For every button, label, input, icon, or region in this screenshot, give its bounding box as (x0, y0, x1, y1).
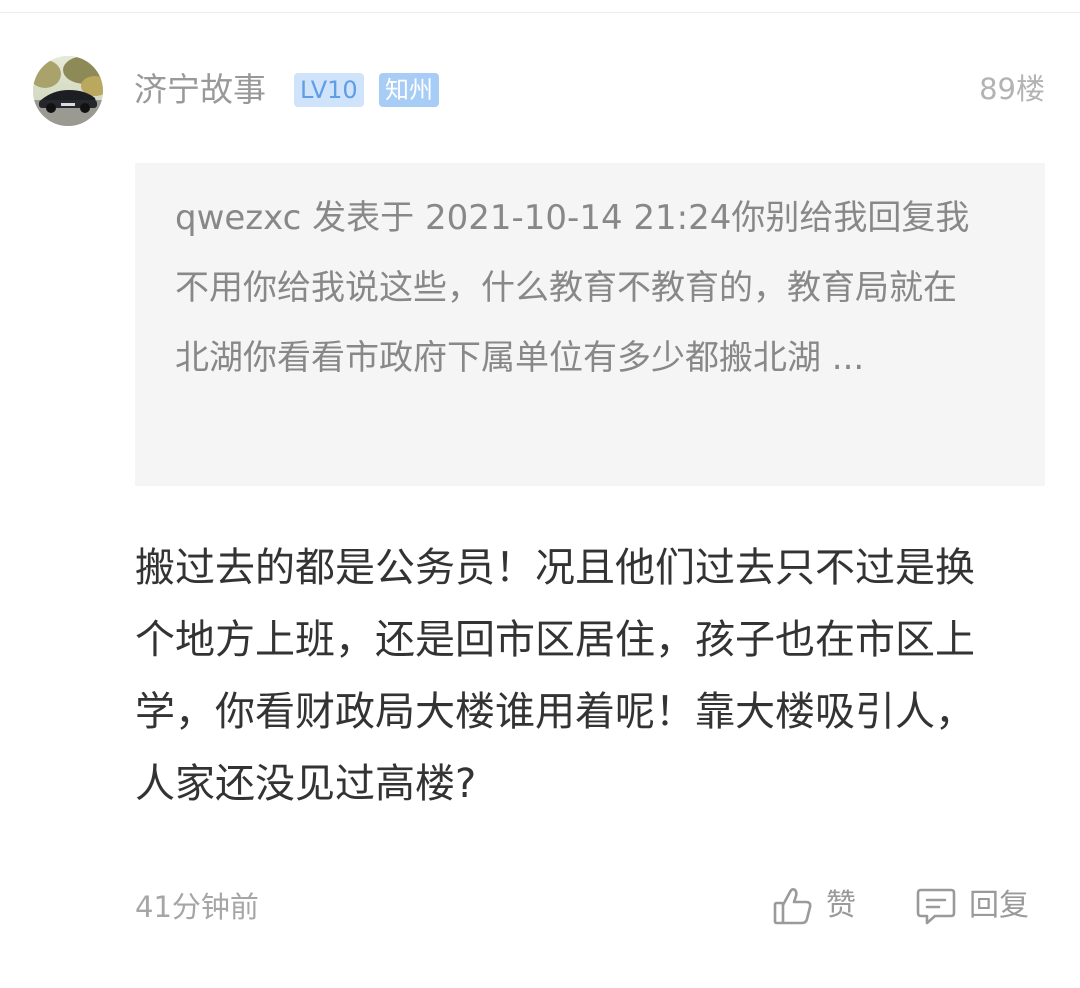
author-name[interactable]: 济宁故事 (134, 64, 266, 116)
thumbs-up-icon (772, 885, 814, 927)
avatar[interactable] (33, 56, 103, 126)
car-photo-avatar-icon (33, 56, 103, 126)
like-button[interactable]: 赞 (772, 880, 856, 932)
quote-block[interactable]: qwezxc 发表于 2021-10-14 21:24你别给我回复我不用你给我说… (135, 163, 1045, 486)
quote-text: qwezxc 发表于 2021-10-14 21:24你别给我回复我不用你给我说… (175, 198, 970, 378)
like-label: 赞 (826, 888, 856, 923)
reply-label: 回复 (969, 888, 1029, 923)
post-body: 搬过去的都是公务员！况且他们过去只不过是换个地方上班，还是回市区居住，孩子也在市… (135, 545, 975, 807)
top-divider (0, 12, 1080, 13)
level-badge: LV10 (294, 73, 364, 107)
title-badge: 知州 (379, 73, 439, 107)
comment-icon (915, 885, 957, 927)
floor-number: 89楼 (979, 72, 1045, 106)
post-time: 41分钟前 (135, 890, 259, 924)
reply-button[interactable]: 回复 (915, 880, 1029, 932)
